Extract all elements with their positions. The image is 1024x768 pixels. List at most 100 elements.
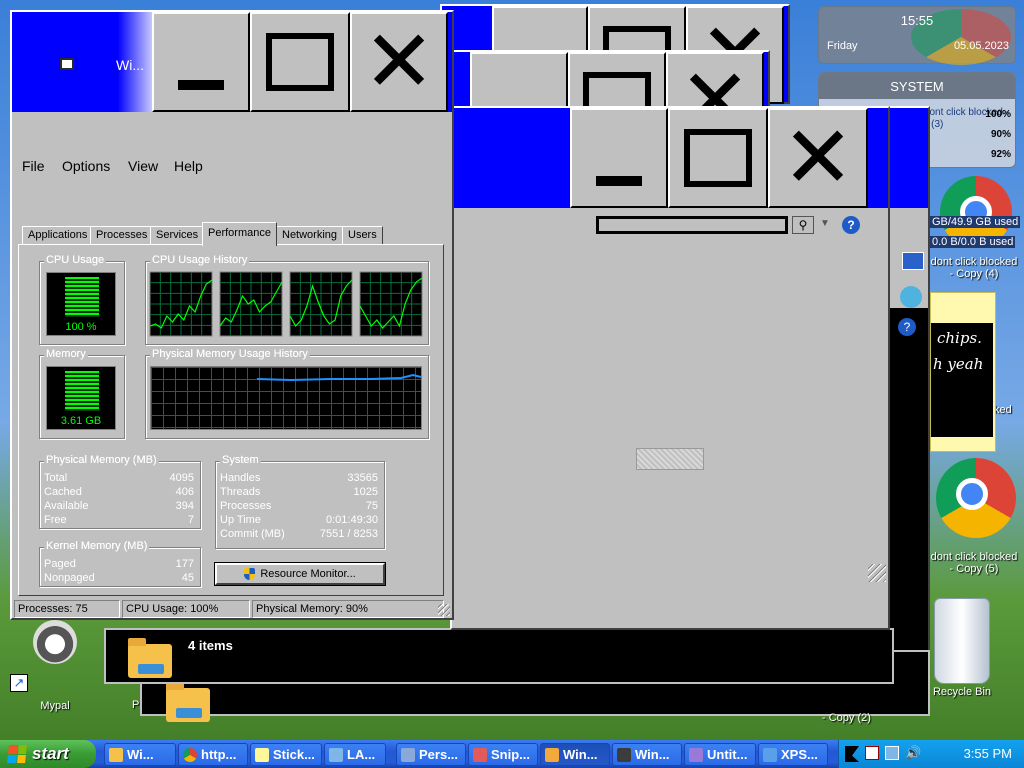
maximize-button[interactable] — [668, 108, 768, 208]
close-button[interactable]: ✕ — [768, 108, 868, 208]
menu-options[interactable]: Options — [62, 158, 110, 174]
explorer-item-count: 4 items — [188, 638, 233, 653]
sticky-note[interactable]: chips. h yeah — [930, 292, 996, 452]
raccoon-icon — [33, 620, 77, 664]
window-title: Wi... — [116, 57, 144, 73]
taskbar-button-snipping[interactable]: Snip... — [468, 743, 538, 766]
cpu-usage-bar — [65, 277, 99, 317]
taskbar-button-personalization[interactable]: Pers... — [396, 743, 466, 766]
security-tray-icon[interactable] — [865, 746, 879, 760]
row-key: Free — [44, 514, 67, 526]
shield-icon — [244, 568, 256, 580]
system-threads: Threads 1025 — [220, 486, 378, 500]
minimize-icon — [596, 176, 642, 186]
windows-flag-icon — [7, 745, 27, 763]
taskbar-button-xps[interactable]: XPS... — [758, 743, 828, 766]
menu-help[interactable]: Help — [174, 158, 203, 174]
close-icon: ✕ — [781, 108, 855, 208]
task-manager-icon — [617, 748, 631, 762]
system-gadget-disk: 92% — [990, 149, 1011, 160]
resize-grip-icon[interactable] — [868, 564, 886, 582]
help-icon[interactable]: ? — [898, 318, 916, 336]
volume-tray-icon[interactable]: 🔊 — [905, 745, 921, 761]
tab-processes[interactable]: Processes — [90, 226, 154, 244]
resource-monitor-label: Resource Monitor... — [260, 568, 356, 580]
minimize-icon — [178, 80, 224, 90]
group-title: Physical Memory Usage History — [150, 348, 310, 360]
task-manager-window[interactable]: Wi... ✕ File Options View Help Applicati… — [10, 10, 454, 620]
status-physical-memory: Physical Memory: 90% — [252, 600, 444, 618]
tab-networking[interactable]: Networking — [276, 226, 344, 244]
clock-gadget[interactable]: 15:55 Friday 05.05.2023 — [818, 6, 1016, 65]
close-button[interactable]: ✕ — [350, 12, 448, 112]
tab-users[interactable]: Users — [342, 226, 383, 244]
explorer-window[interactable]: 4 items — [104, 628, 894, 684]
memory-value: 3.61 GB — [60, 415, 102, 427]
group-title: CPU Usage — [44, 254, 107, 266]
taskbar-button-explorer[interactable]: Wi... — [104, 743, 176, 766]
maximize-icon — [583, 72, 651, 108]
search-input[interactable] — [596, 216, 788, 234]
physical-memory-total: Total 4095 — [44, 472, 194, 486]
system-gadget-cpu: 100% — [985, 109, 1011, 120]
system-handles: Handles 33565 — [220, 472, 378, 486]
row-key: Handles — [220, 472, 261, 484]
chevron-down-icon[interactable]: ▼ — [820, 218, 830, 229]
desktop-icon-mypal[interactable]: Mypal — [15, 620, 95, 712]
status-processes: Processes: 75 — [14, 600, 120, 618]
taskbar-button-untitled[interactable]: Untit... — [684, 743, 756, 766]
flag-tray-icon[interactable] — [845, 746, 859, 762]
minimize-button[interactable] — [570, 108, 668, 208]
row-value: 177 — [175, 558, 194, 570]
row-key: Available — [44, 500, 89, 512]
search-icon[interactable]: ⚲ — [792, 216, 814, 234]
taskbar-button-label: Snip... — [491, 747, 530, 762]
ie-icon — [900, 286, 922, 308]
row-key: Paged — [44, 558, 76, 570]
desktop-icon-chrome-5[interactable] — [928, 458, 1024, 538]
search-icon[interactable] — [902, 252, 924, 270]
taskbar-button-chrome[interactable]: http... — [178, 743, 248, 766]
explorer-search-window[interactable]: ✕ ⚲ ▼ ? — [450, 106, 890, 630]
row-value: 7551 / 8253 — [319, 528, 378, 540]
maximize-button[interactable] — [250, 12, 350, 112]
tab-services[interactable]: Services — [150, 226, 205, 244]
group-title: Memory — [44, 348, 88, 360]
minimize-button[interactable] — [152, 12, 250, 112]
kernel-memory-nonpaged: Nonpaged 45 — [44, 572, 194, 586]
desktop-icon-label-cut: P — [132, 699, 140, 711]
row-value: 75 — [365, 500, 378, 512]
background-window-2[interactable]: ✕ — [440, 50, 770, 110]
menu-file[interactable]: File — [22, 158, 45, 174]
close-button[interactable]: ✕ — [666, 52, 764, 108]
minimize-button[interactable] — [470, 52, 568, 108]
resize-grip-icon[interactable] — [438, 604, 450, 616]
recycle-bin-icon — [934, 598, 990, 684]
help-icon[interactable]: ? — [842, 216, 860, 234]
media-icon — [545, 748, 559, 762]
network-tray-icon[interactable] — [885, 746, 899, 760]
taskbar-button-label: Pers... — [419, 747, 459, 762]
system-group: System Handles 33565 Threads 1025 Processe… — [215, 454, 385, 549]
taskbar-button-windows-1[interactable]: Win... — [540, 743, 610, 766]
menu-view[interactable]: View — [128, 158, 158, 174]
taskbar-clock[interactable]: 3:55 PM — [964, 746, 1012, 761]
monitor-icon — [401, 748, 415, 762]
resource-monitor-button[interactable]: Resource Monitor... — [214, 562, 386, 586]
taskbar-button-windows-2[interactable]: Win... — [612, 743, 682, 766]
disk-usage-2: 0.0 B/0.0 B used — [930, 236, 1016, 248]
maximize-button[interactable] — [568, 52, 666, 108]
desktop-icon-label: Mypal — [40, 700, 70, 712]
taskbar-button-label: Win... — [563, 747, 598, 762]
memory-history-line — [256, 373, 422, 382]
taskbar-button-la[interactable]: LA... — [324, 743, 386, 766]
row-key: Threads — [220, 486, 261, 498]
tab-applications[interactable]: Applications — [22, 226, 94, 244]
taskbar-button-sticky[interactable]: Stick... — [250, 743, 322, 766]
folder-icon — [128, 638, 172, 678]
desktop-icon-recycle-bin[interactable]: Recycle Bin — [922, 598, 1002, 698]
row-value: 1025 — [353, 486, 378, 498]
start-button[interactable]: start — [0, 740, 96, 768]
tab-performance[interactable]: Performance — [202, 222, 277, 246]
folder-icon — [166, 682, 210, 722]
